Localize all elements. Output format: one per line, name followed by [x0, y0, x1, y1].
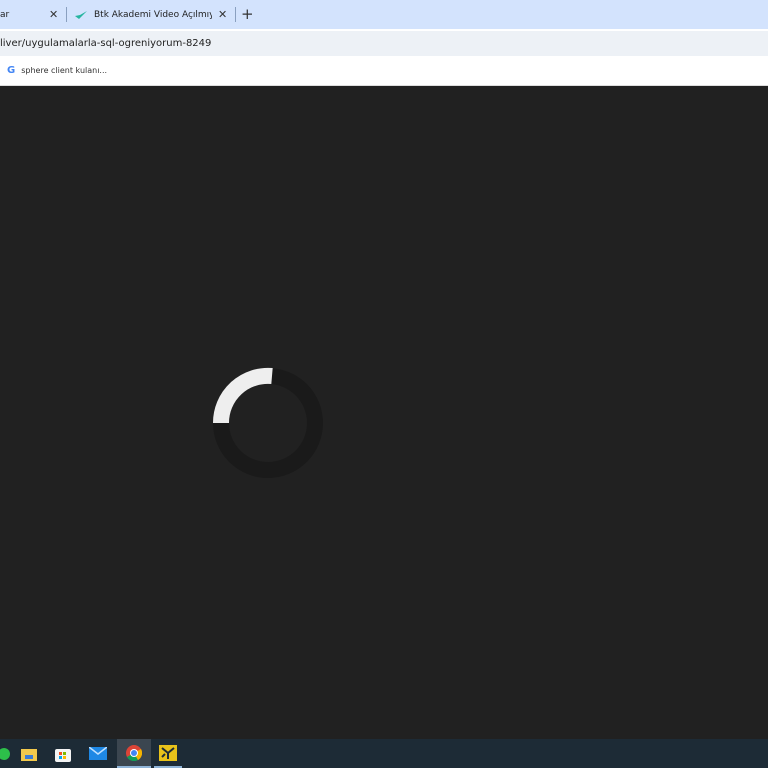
- tab-separator: [235, 7, 236, 22]
- close-tab-icon[interactable]: ✕: [218, 8, 227, 21]
- tab-title: Btk Akademi Video Açılmıyor S: [94, 9, 212, 20]
- chrome-icon[interactable]: [117, 739, 151, 768]
- url-text: liver/uygulamalarla-sql-ogreniyorum-8249: [0, 38, 212, 49]
- bookmark-item[interactable]: G sphere client kulanı...: [7, 65, 107, 76]
- bookmark-label: sphere client kulanı...: [21, 66, 108, 75]
- new-tab-button[interactable]: +: [241, 5, 254, 23]
- address-bar[interactable]: liver/uygulamalarla-sql-ogreniyorum-8249: [0, 31, 768, 56]
- tab-2[interactable]: Btk Akademi Video Açılmıyor S ✕: [70, 0, 230, 29]
- mail-icon[interactable]: [84, 739, 112, 768]
- tab-separator: [66, 7, 67, 22]
- btk-favicon: [75, 10, 87, 19]
- loading-spinner-icon: [212, 367, 323, 478]
- bookmarks-bar: G sphere client kulanı...: [0, 57, 768, 86]
- yellow-app-icon[interactable]: [154, 739, 182, 768]
- tab-title: ar: [0, 9, 10, 20]
- tab-1[interactable]: ar ✕: [0, 0, 64, 29]
- file-explorer-icon[interactable]: [15, 739, 43, 768]
- taskbar: [0, 739, 768, 768]
- google-icon: G: [7, 65, 16, 76]
- close-tab-icon[interactable]: ✕: [49, 8, 58, 21]
- microsoft-store-icon[interactable]: [49, 739, 77, 768]
- tab-strip: ar ✕ Btk Akademi Video Açılmıyor S ✕ +: [0, 0, 768, 29]
- toolbar: liver/uygulamalarla-sql-ogreniyorum-8249: [0, 29, 768, 57]
- page-content: [0, 86, 768, 739]
